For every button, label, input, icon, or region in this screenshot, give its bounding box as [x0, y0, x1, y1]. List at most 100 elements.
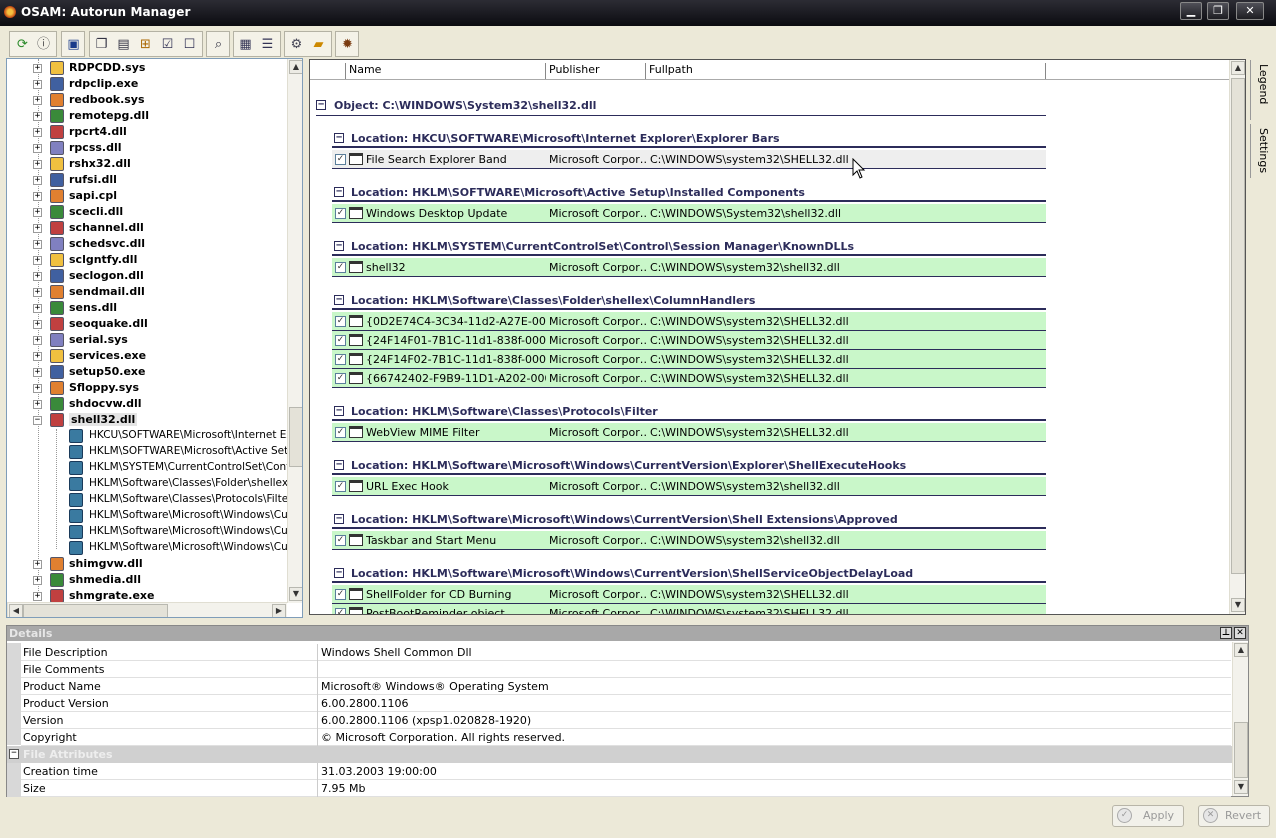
expand-icon[interactable]: + — [33, 560, 42, 569]
properties-icon[interactable]: ▦ — [236, 35, 255, 54]
tree-item[interactable]: + setup50.exe — [7, 364, 289, 380]
list-item[interactable]: ✓ shell32 Microsoft Corpor… C:\WINDOWS\syst… — [332, 258, 1046, 277]
expand-icon[interactable]: + — [33, 192, 42, 201]
list-item[interactable]: ✓ ShellFolder for CD Burning Microsoft Cor… — [332, 585, 1046, 604]
file-tree[interactable]: + RDPCDD.sys + rdpclip.exe + redbook.sys + remo… — [6, 58, 303, 618]
folder-icon[interactable]: ▰ — [309, 35, 328, 54]
tree-item[interactable]: + Sfloppy.sys — [7, 380, 289, 396]
uncheck-icon[interactable]: ☐ — [180, 35, 199, 54]
list-item[interactable]: ✓ File Search Explorer Band Microsoft Corp… — [332, 150, 1046, 169]
entry-checkbox[interactable]: ✓ — [335, 373, 346, 384]
scroll-thumb[interactable] — [289, 407, 302, 467]
collapse-icon[interactable]: − — [334, 406, 344, 416]
expand-icon[interactable]: + — [33, 144, 42, 153]
tree-item[interactable]: + rshx32.dll — [7, 156, 289, 172]
tree-vertical-scrollbar[interactable]: ▲ ▼ — [287, 59, 302, 603]
column-fullpath[interactable]: Fullpath — [645, 63, 1045, 79]
close-button[interactable]: ✕ — [1236, 2, 1264, 20]
expand-icon[interactable]: + — [33, 400, 42, 409]
tree-item[interactable]: + serial.sys — [7, 332, 289, 348]
expand-icon[interactable]: + — [33, 176, 42, 185]
tree-item[interactable]: + redbook.sys — [7, 92, 289, 108]
location-row[interactable]: − Location: HKCU\SOFTWARE\Microsoft\Inter… — [332, 130, 1046, 148]
list-item[interactable]: ✓ {24F14F01-7B1C-11d1-838f-0000… Microsoft… — [332, 331, 1046, 350]
location-row[interactable]: − Location: HKLM\SYSTEM\CurrentControlSet… — [332, 238, 1046, 256]
details-row[interactable]: Creation time 31.03.2003 19:00:00 — [21, 763, 1231, 780]
expand-icon[interactable]: + — [33, 272, 42, 281]
location-row[interactable]: − Location: HKLM\SOFTWARE\Microsoft\Activ… — [332, 184, 1046, 202]
tree-child-item[interactable]: HKLM\Software\Microsoft\Windows\Curre — [7, 508, 302, 524]
expand-icon[interactable]: + — [33, 592, 42, 601]
collapse-icon[interactable]: − — [316, 100, 326, 110]
expand-icon[interactable]: + — [33, 208, 42, 217]
entry-checkbox[interactable]: ✓ — [335, 535, 346, 546]
list-vertical-scrollbar[interactable]: ▲ ▼ — [1229, 60, 1245, 614]
tree-item[interactable]: + seclogon.dll — [7, 268, 289, 284]
tab-legend[interactable]: Legend — [1250, 60, 1270, 120]
tree-item[interactable]: + rdpclip.exe — [7, 76, 289, 92]
list-item[interactable]: ✓ {0D2E74C4-3C34-11d2-A27E-00C… Microsoft … — [332, 312, 1046, 331]
expand-icon[interactable]: + — [33, 576, 42, 585]
scroll-down-icon[interactable]: ▼ — [1234, 780, 1248, 794]
scroll-down-icon[interactable]: ▼ — [1231, 598, 1245, 612]
details-row[interactable]: Version 6.00.2800.1106 (xpsp1.020828-1920… — [21, 712, 1231, 729]
location-row[interactable]: − Location: HKLM\Software\Classes\Protoco… — [332, 403, 1046, 421]
tree-item[interactable]: + sens.dll — [7, 300, 289, 316]
tree-item[interactable]: + scecli.dll — [7, 204, 289, 220]
pin-icon[interactable]: ⊥ — [1220, 627, 1232, 639]
expand-icon[interactable]: + — [33, 80, 42, 89]
location-row[interactable]: − Location: HKLM\Software\Microsoft\Windo… — [332, 457, 1046, 475]
save-icon[interactable]: ▣ — [64, 35, 83, 54]
collapse-icon[interactable]: − — [334, 568, 344, 578]
details-row[interactable]: Copyright © Microsoft Corporation. All ri… — [21, 729, 1231, 746]
tab-settings[interactable]: Settings — [1250, 124, 1270, 178]
scroll-thumb[interactable] — [1234, 722, 1248, 778]
list-item[interactable]: ✓ Taskbar and Start Menu Microsoft Corpor…… — [332, 531, 1046, 550]
expand-icon[interactable]: − — [33, 416, 42, 425]
list-item[interactable]: ✓ Windows Desktop Update Microsoft Corpor…… — [332, 204, 1046, 223]
revert-button[interactable]: ✕ Revert — [1198, 805, 1270, 827]
tree-item[interactable]: + rpcss.dll — [7, 140, 289, 156]
details-row[interactable]: File Description Windows Shell Common Dll — [21, 644, 1231, 661]
column-name[interactable]: Name — [345, 63, 545, 79]
entry-checkbox[interactable]: ✓ — [335, 335, 346, 346]
list-item[interactable]: ✓ WebView MIME Filter Microsoft Corpor… C:\… — [332, 423, 1046, 442]
tree-item[interactable]: + shmedia.dll — [7, 572, 289, 588]
tree-item[interactable]: + sapi.cpl — [7, 188, 289, 204]
entry-checkbox[interactable]: ✓ — [335, 262, 346, 273]
expand-icon[interactable]: + — [33, 240, 42, 249]
close-icon[interactable]: ✕ — [1234, 627, 1246, 639]
expand-icon[interactable]: + — [33, 96, 42, 105]
collapse-icon[interactable]: − — [334, 241, 344, 251]
minimize-button[interactable]: ▁ — [1180, 2, 1202, 20]
details-row[interactable]: Size 7.95 Mb — [21, 780, 1231, 797]
entry-checkbox[interactable]: ✓ — [335, 354, 346, 365]
info-icon[interactable]: ⓘ — [34, 35, 53, 54]
list-item[interactable]: ✓ URL Exec Hook Microsoft Corpor… C:\WINDOW… — [332, 477, 1046, 496]
hscroll-thumb[interactable] — [23, 604, 168, 617]
tree-item[interactable]: + RDPCDD.sys — [7, 60, 289, 76]
section-file-attributes[interactable]: − File Attributes — [7, 746, 1233, 763]
location-row[interactable]: − Location: HKLM\Software\Microsoft\Windo… — [332, 511, 1046, 529]
tree-horizontal-scrollbar[interactable]: ◀ ▶ — [7, 602, 287, 617]
tree-item[interactable]: + schedsvc.dll — [7, 236, 289, 252]
check-icon[interactable]: ☑ — [158, 35, 177, 54]
entry-checkbox[interactable]: ✓ — [335, 481, 346, 492]
object-row[interactable]: − Object: C:\WINDOWS\System32\shell32.dl… — [316, 97, 1046, 116]
entry-checkbox[interactable]: ✓ — [335, 608, 346, 614]
expand-icon[interactable]: + — [33, 224, 42, 233]
collapse-icon[interactable]: − — [9, 749, 19, 759]
tree-item[interactable]: − shell32.dll — [7, 412, 289, 428]
collapse-icon[interactable]: − — [334, 295, 344, 305]
tree-child-item[interactable]: HKLM\Software\Classes\Folder\shellex\C — [7, 476, 299, 492]
expand-icon[interactable]: + — [33, 288, 42, 297]
scroll-up-icon[interactable]: ▲ — [289, 60, 302, 74]
scroll-right-icon[interactable]: ▶ — [272, 604, 286, 617]
settings-icon[interactable]: ⚙ — [287, 35, 306, 54]
tree-item[interactable]: + shdocvw.dll — [7, 396, 289, 412]
expand-icon[interactable]: + — [33, 160, 42, 169]
entry-checkbox[interactable]: ✓ — [335, 427, 346, 438]
details-vertical-scrollbar[interactable]: ▲ ▼ — [1232, 642, 1248, 796]
expand-icon[interactable]: + — [33, 384, 42, 393]
expand-icon[interactable]: + — [33, 304, 42, 313]
